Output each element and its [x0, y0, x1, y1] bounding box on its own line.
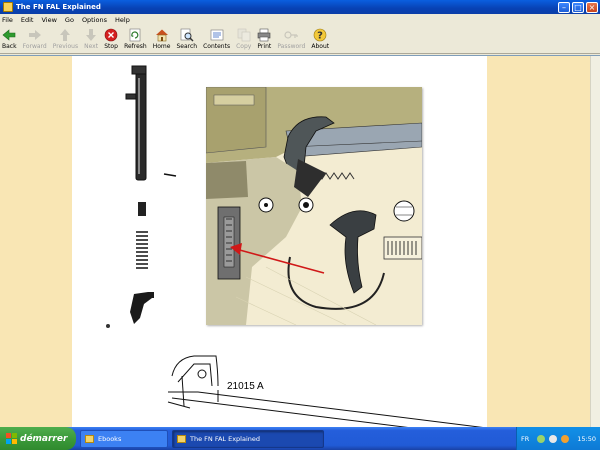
back-button[interactable]: Back	[2, 26, 17, 54]
next-button[interactable]: Next	[84, 26, 98, 54]
about-icon: ?	[313, 28, 327, 42]
forward-arrow-icon	[28, 28, 42, 42]
copy-button[interactable]: Copy	[236, 26, 251, 54]
about-button[interactable]: ? About	[311, 26, 329, 54]
folder-icon	[85, 434, 94, 443]
window-title: The FN FAL Explained	[16, 3, 101, 11]
part-number-label: 21015 A	[227, 381, 264, 392]
stop-button[interactable]: Stop	[104, 26, 118, 54]
toolbar: Back Forward Previous Next Stop Refresh	[0, 26, 600, 54]
close-button[interactable]: ×	[586, 1, 598, 13]
document-page: 21015 A	[72, 56, 487, 427]
copy-icon	[237, 28, 251, 42]
search-icon	[180, 28, 194, 42]
taskbar: démarrer Ebooks The FN FAL Explained FR …	[0, 427, 600, 450]
ebook-icon	[177, 434, 186, 443]
start-label: démarrer	[20, 433, 68, 444]
forward-button[interactable]: Forward	[23, 26, 47, 54]
page-margin-right	[487, 56, 590, 427]
language-indicator[interactable]: FR	[521, 435, 529, 443]
refresh-icon	[128, 28, 142, 42]
print-button[interactable]: Print	[257, 26, 271, 54]
page-margin-left	[0, 56, 72, 427]
windows-flag-icon	[6, 433, 17, 444]
trigger-mechanism-illustration	[206, 87, 422, 325]
start-button[interactable]: démarrer	[0, 427, 76, 450]
password-button[interactable]: Password	[277, 26, 305, 54]
document-view: 21015 A	[0, 55, 600, 427]
contents-icon	[210, 28, 224, 42]
previous-button[interactable]: Previous	[53, 26, 78, 54]
menu-help[interactable]: Help	[115, 16, 130, 24]
stop-icon	[104, 28, 118, 42]
menu-options[interactable]: Options	[82, 16, 107, 24]
refresh-button[interactable]: Refresh	[124, 26, 147, 54]
home-button[interactable]: Home	[153, 26, 170, 54]
clock: 15:50	[577, 434, 596, 443]
maximize-button[interactable]: □	[572, 1, 584, 13]
vertical-scrollbar[interactable]	[590, 56, 600, 427]
menu-bar: File Edit View Go Options Help	[0, 14, 600, 26]
home-icon	[155, 28, 169, 42]
system-tray: FR 15:50	[516, 427, 600, 450]
network-icon[interactable]	[537, 434, 546, 443]
minimize-button[interactable]: –	[558, 1, 570, 13]
menu-file[interactable]: File	[2, 16, 13, 24]
title-bar: The FN FAL Explained – □ ×	[0, 0, 600, 14]
key-icon	[284, 28, 298, 42]
svg-text:?: ?	[317, 31, 323, 42]
menu-go[interactable]: Go	[65, 16, 74, 24]
menu-edit[interactable]: Edit	[21, 16, 34, 24]
up-arrow-icon	[58, 28, 72, 42]
volume-icon[interactable]	[549, 434, 558, 443]
taskbar-item-ebooks[interactable]: Ebooks	[80, 429, 168, 448]
menu-view[interactable]: View	[41, 16, 56, 24]
taskbar-item-fn-fal[interactable]: The FN FAL Explained	[172, 429, 324, 448]
print-icon	[257, 28, 271, 42]
down-arrow-icon	[84, 28, 98, 42]
contents-button[interactable]: Contents	[203, 26, 230, 54]
back-arrow-icon	[2, 28, 16, 42]
security-icon[interactable]	[561, 434, 570, 443]
search-button[interactable]: Search	[176, 26, 197, 54]
app-icon	[3, 2, 13, 12]
